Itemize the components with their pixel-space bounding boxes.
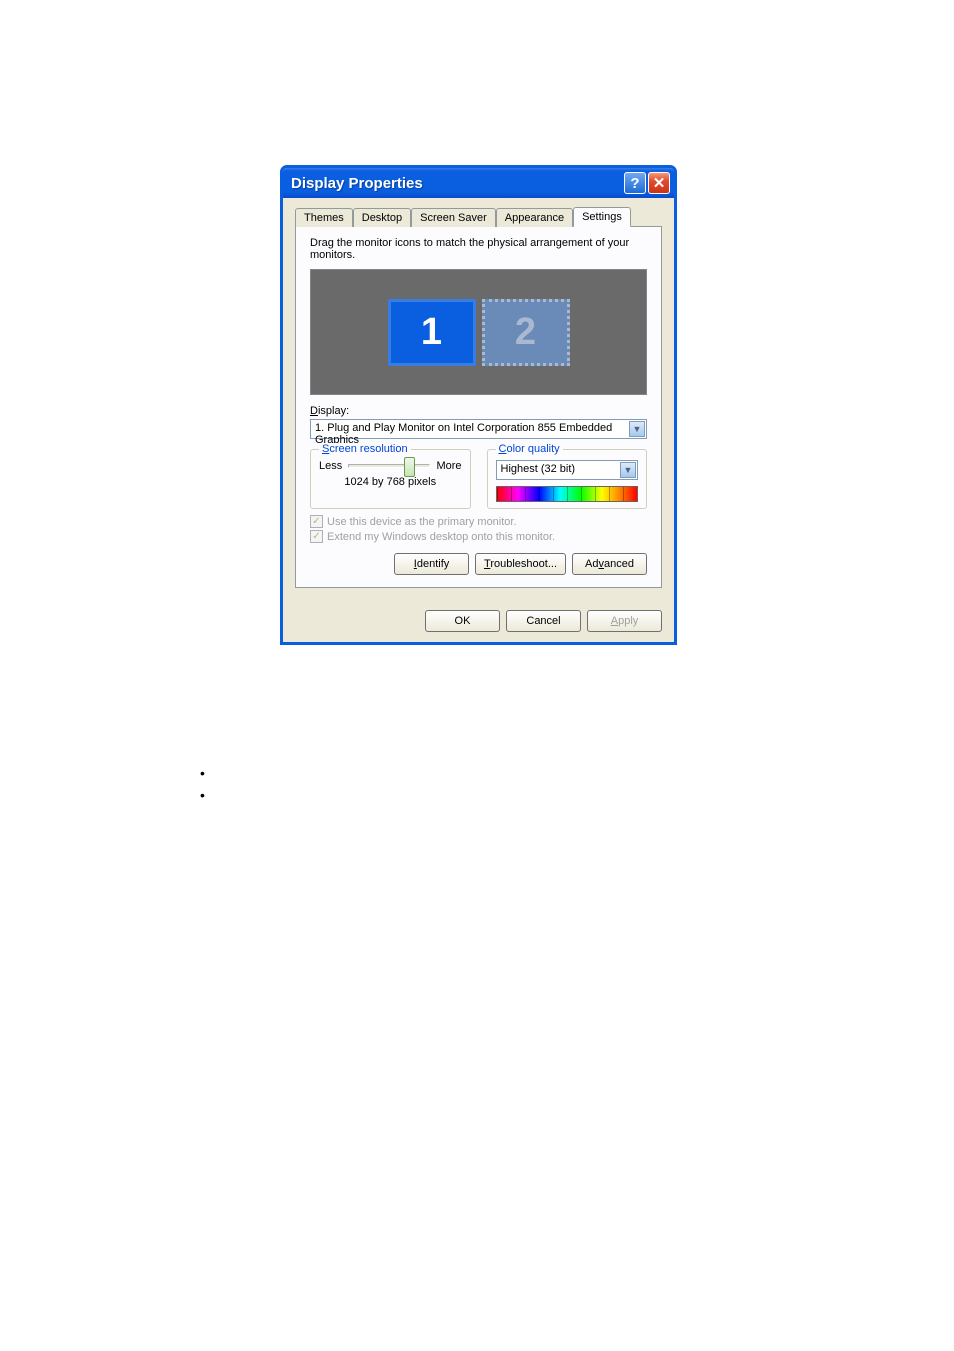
extend-desktop-checkbox-row: ✓ Extend my Windows desktop onto this mo…: [310, 530, 647, 543]
extend-desktop-checkbox: ✓: [310, 530, 323, 543]
monitor-1[interactable]: 1: [388, 299, 476, 366]
color-legend: Color quality: [496, 443, 563, 455]
bullet-item: •: [200, 762, 205, 784]
tab-desktop[interactable]: Desktop: [353, 208, 411, 227]
bullet-list: • •: [200, 762, 205, 806]
color-quality-select[interactable]: Highest (32 bit) ▼: [496, 460, 639, 480]
tab-strip: Themes Desktop Screen Saver Appearance S…: [295, 206, 662, 226]
tab-screensaver[interactable]: Screen Saver: [411, 208, 496, 227]
chevron-down-icon: ▼: [629, 421, 645, 437]
resolution-color-row: Screen resolution Less More 1024 by 768 …: [310, 449, 647, 509]
identify-button[interactable]: Identify: [394, 553, 469, 575]
slider-less-label: Less: [319, 460, 342, 472]
settings-panel: Drag the monitor icons to match the phys…: [295, 226, 662, 588]
display-select[interactable]: 1. Plug and Play Monitor on Intel Corpor…: [310, 419, 647, 439]
dialog-body: Themes Desktop Screen Saver Appearance S…: [283, 198, 674, 600]
primary-monitor-checkbox: ✓: [310, 515, 323, 528]
advanced-button[interactable]: Advanced: [572, 553, 647, 575]
window-title: Display Properties: [291, 175, 622, 192]
apply-button: Apply: [587, 610, 662, 632]
resolution-legend: Screen resolution: [319, 443, 411, 455]
resolution-slider-row: Less More: [319, 460, 462, 472]
tab-themes[interactable]: Themes: [295, 208, 353, 227]
close-button[interactable]: ✕: [648, 172, 670, 194]
monitor-arrangement-area[interactable]: 1 2: [310, 269, 647, 395]
dialog-button-row: OK Cancel Apply: [283, 600, 674, 642]
bullet-item: •: [200, 784, 205, 806]
titlebar[interactable]: Display Properties ? ✕: [283, 168, 674, 198]
ok-button[interactable]: OK: [425, 610, 500, 632]
cancel-button[interactable]: Cancel: [506, 610, 581, 632]
color-quality-group: Color quality Highest (32 bit) ▼: [487, 449, 648, 509]
troubleshoot-button[interactable]: Troubleshoot...: [475, 553, 566, 575]
display-label: Display:: [310, 405, 647, 417]
primary-monitor-checkbox-row: ✓ Use this device as the primary monitor…: [310, 515, 647, 528]
monitor-2[interactable]: 2: [482, 299, 570, 366]
resolution-slider[interactable]: [348, 464, 430, 468]
slider-more-label: More: [436, 460, 461, 472]
close-icon: ✕: [653, 174, 666, 192]
slider-thumb[interactable]: [404, 457, 415, 477]
screen-resolution-group: Screen resolution Less More 1024 by 768 …: [310, 449, 471, 509]
tab-appearance[interactable]: Appearance: [496, 208, 573, 227]
chevron-down-icon: ▼: [620, 462, 636, 478]
color-quality-value: Highest (32 bit): [501, 463, 576, 475]
color-spectrum-preview: [496, 486, 639, 502]
resolution-value: 1024 by 768 pixels: [319, 476, 462, 488]
instruction-text: Drag the monitor icons to match the phys…: [310, 237, 647, 261]
tab-settings[interactable]: Settings: [573, 207, 631, 227]
display-properties-dialog: Display Properties ? ✕ Themes Desktop Sc…: [280, 165, 677, 645]
settings-button-row: Identify Troubleshoot... Advanced: [310, 553, 647, 575]
help-button[interactable]: ?: [624, 172, 646, 194]
